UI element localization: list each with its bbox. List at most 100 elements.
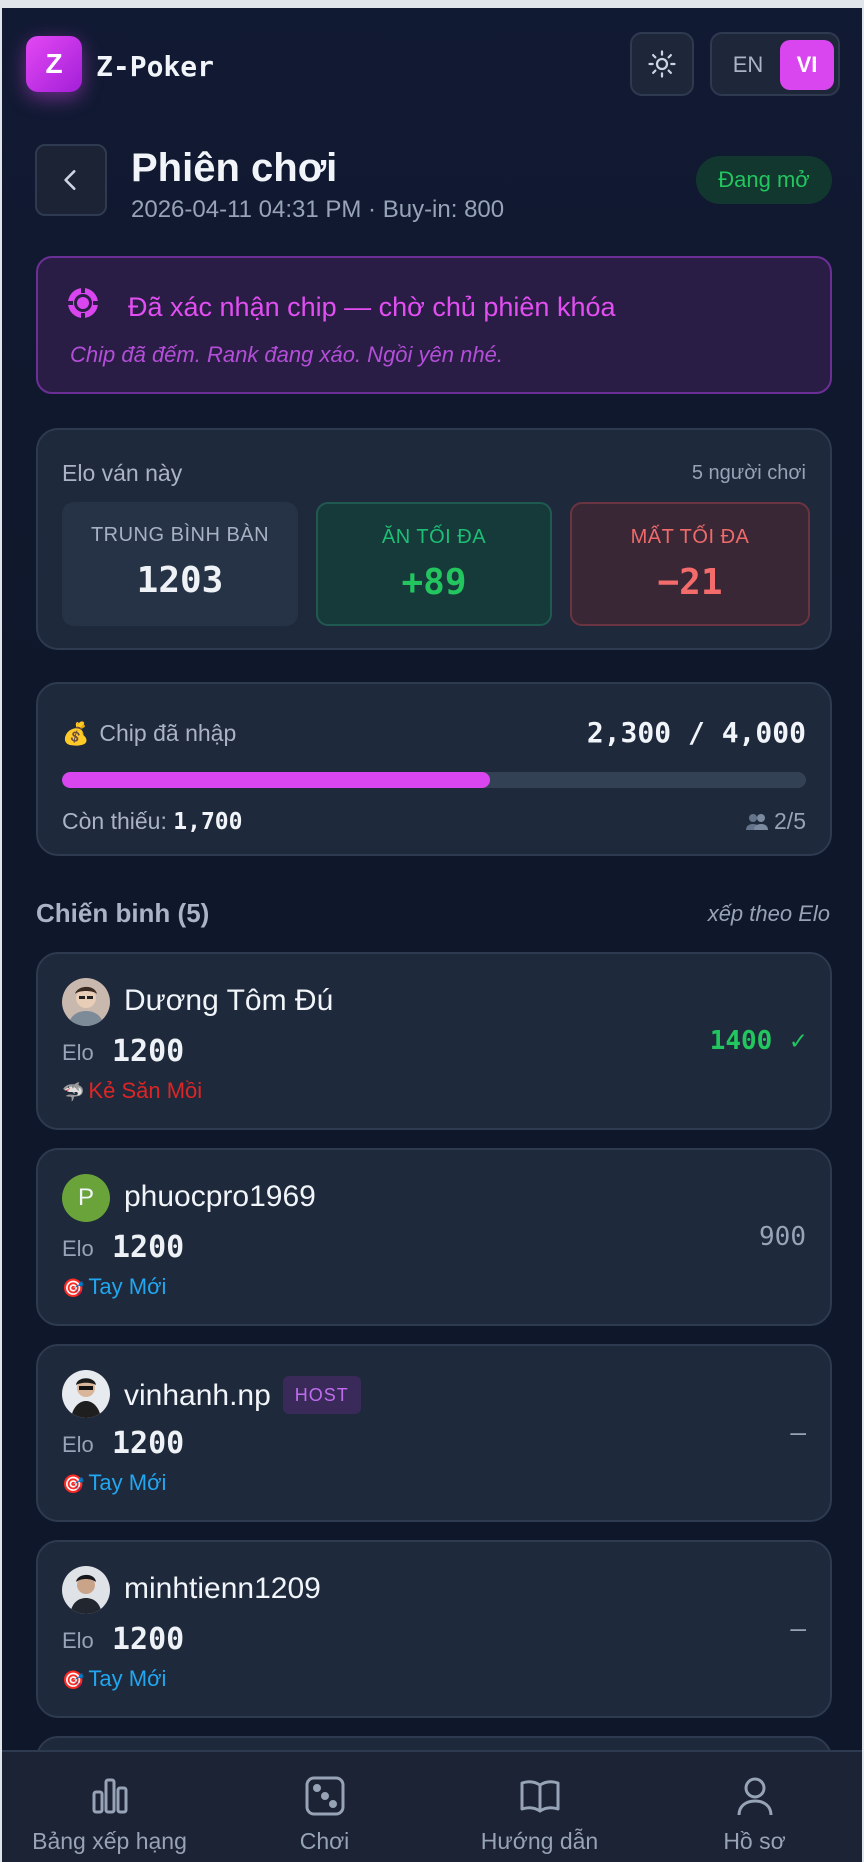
player-rank: 🎯 Tay Mới <box>62 1470 166 1496</box>
avatar <box>62 978 110 1026</box>
money-bag-icon: 💰 <box>62 721 90 746</box>
target-icon: 🎯 <box>62 1474 85 1494</box>
avatar <box>62 1370 110 1418</box>
chip-amount: 2,300 / 4,000 <box>586 716 806 749</box>
player-name: vinhanh.np <box>124 1379 271 1412</box>
players-count: 5 người chơi <box>691 462 806 484</box>
player-elo: 1200 <box>112 1622 185 1657</box>
elo-label: Elo <box>62 1432 94 1457</box>
session-subtitle: 2026-04-11 04:31 PM · Buy-in: 800 <box>131 196 505 223</box>
chip-confirmed-notice: Đã xác nhận chip — chờ chủ phiên khóa Ch… <box>36 256 832 394</box>
users-icon <box>745 814 768 830</box>
notice-title: Đã xác nhận chip — chờ chủ phiên khóa <box>128 292 616 322</box>
chip-count: 1400 <box>709 1026 773 1056</box>
nav-guide[interactable]: Hướng dẫn <box>432 1752 647 1862</box>
poker-chip-icon <box>67 287 99 319</box>
rank-label: Tay Mới <box>88 1470 167 1495</box>
player-card[interactable]: Dương Tôm Đú Elo 1200 🦈 Kẻ Săn Mồi 1400 ✓ <box>36 952 832 1130</box>
remaining-label: Còn thiếu: <box>62 808 167 834</box>
players-entered-value: 2/5 <box>774 808 806 834</box>
logo[interactable]: Z <box>26 36 82 92</box>
chevron-left-icon <box>64 170 76 190</box>
chip-label-row: 💰 Chip đã nhập <box>62 720 236 747</box>
player-chips: – <box>790 1614 806 1644</box>
stat-value: +89 <box>401 562 467 603</box>
player-rank: 🎯 Tay Mới <box>62 1274 166 1300</box>
elo-label: Elo <box>62 1628 94 1653</box>
sun-icon <box>648 50 676 78</box>
language-switcher: EN VI <box>710 32 840 96</box>
player-rank: 🎯 Tay Mới <box>62 1666 166 1692</box>
notice-description: Chip đã đếm. Rank đang xáo. Ngồi yên nhé… <box>70 342 503 367</box>
avatar-letter: P <box>77 1184 94 1211</box>
brand-name: Z-Poker <box>96 50 215 83</box>
stat-label: TRUNG BÌNH BÀN <box>90 524 270 546</box>
dice-icon <box>305 1776 344 1816</box>
app-root: Z Z-Poker EN VI Phiên chơi 2026-04-11 04… <box>2 8 862 1862</box>
player-rank: 🦈 Kẻ Săn Mồi <box>62 1078 202 1104</box>
players-section-title: Chiến binh (5) <box>36 898 210 928</box>
nav-play[interactable]: Chơi <box>217 1752 432 1862</box>
avatar-photo <box>62 1370 110 1418</box>
avatar: P <box>62 1174 110 1222</box>
book-icon <box>520 1780 559 1813</box>
elo-card-label: Elo ván này <box>62 460 183 486</box>
rank-label: Tay Mới <box>88 1666 167 1691</box>
lang-en-button[interactable]: EN <box>726 48 770 82</box>
rank-label: Tay Mới <box>88 1274 167 1299</box>
status-badge: Đang mở <box>696 156 832 204</box>
nav-label: Chơi <box>299 1828 350 1854</box>
stat-label: ĂN TỐI ĐA <box>381 526 487 548</box>
player-elo: 1200 <box>112 1034 185 1069</box>
user-icon <box>737 1777 772 1816</box>
avatar-photo <box>62 978 110 1026</box>
player-chips: – <box>790 1418 806 1448</box>
player-name: minhtienn1209 <box>124 1572 321 1605</box>
nav-profile[interactable]: Hồ sơ <box>647 1752 862 1862</box>
rank-label: Kẻ Săn Mồi <box>88 1078 203 1103</box>
elo-label: Elo <box>62 1040 94 1065</box>
player-card[interactable]: P phuocpro1969 Elo 1200 🎯 Tay Mới 900 <box>36 1148 832 1326</box>
chip-remaining: Còn thiếu: 1,700 <box>62 808 243 835</box>
chip-count: 900 <box>759 1222 806 1252</box>
host-badge: HOST <box>282 1376 361 1414</box>
chip-count: – <box>790 1614 806 1644</box>
bar-chart-icon <box>92 1778 127 1814</box>
check-icon: ✓ <box>790 1026 806 1056</box>
nav-label: Hướng dẫn <box>480 1828 599 1854</box>
player-name: phuocpro1969 <box>124 1180 316 1213</box>
elo-label: Elo <box>62 1236 94 1261</box>
stat-label: MẤT TỐI ĐA <box>630 526 750 548</box>
stat-table-average: TRUNG BÌNH BÀN 1203 <box>62 502 298 626</box>
nav-leaderboard[interactable]: Bảng xếp hạng <box>2 1752 217 1862</box>
avatar-photo <box>62 1566 110 1614</box>
chip-progress-fill <box>62 772 490 788</box>
back-button[interactable] <box>35 144 107 216</box>
player-chips: 1400 ✓ <box>710 1026 806 1056</box>
stat-value: 1203 <box>136 560 224 601</box>
stat-value: −21 <box>657 562 723 603</box>
chip-label: Chip đã nhập <box>99 720 237 746</box>
theme-toggle-button[interactable] <box>630 32 694 96</box>
avatar <box>62 1566 110 1614</box>
player-card[interactable]: minhtienn1209 Elo 1200 🎯 Tay Mới – <box>36 1540 832 1718</box>
elo-summary-card: Elo ván này 5 người chơi TRUNG BÌNH BÀN … <box>36 428 832 650</box>
chip-progress-bar <box>62 772 806 788</box>
nav-label: Hồ sơ <box>723 1828 786 1854</box>
target-icon: 🎯 <box>62 1278 85 1298</box>
remaining-value: 1,700 <box>173 809 243 835</box>
chip-count: – <box>790 1418 806 1448</box>
player-card[interactable]: vinhanh.np HOST Elo 1200 🎯 Tay Mới – <box>36 1344 832 1522</box>
player-name-row: vinhanh.np HOST <box>124 1376 361 1414</box>
target-icon: 🎯 <box>62 1670 85 1690</box>
nav-label: Bảng xếp hạng <box>32 1828 187 1854</box>
stat-max-gain: ĂN TỐI ĐA +89 <box>316 502 552 626</box>
stat-max-loss: MẤT TỐI ĐA −21 <box>570 502 810 626</box>
players-entered: 2/5 <box>745 808 806 835</box>
player-name: Dương Tôm Đú <box>124 984 334 1017</box>
top-bar: Z Z-Poker EN VI <box>2 8 862 118</box>
lang-vi-button[interactable]: VI <box>780 40 834 90</box>
bottom-nav: Bảng xếp hạng Chơi Hướng dẫn Hồ sơ <box>2 1750 862 1862</box>
shark-icon: 🦈 <box>62 1082 85 1102</box>
chip-progress-card: 💰 Chip đã nhập 2,300 / 4,000 Còn thiếu: 1… <box>36 682 832 856</box>
